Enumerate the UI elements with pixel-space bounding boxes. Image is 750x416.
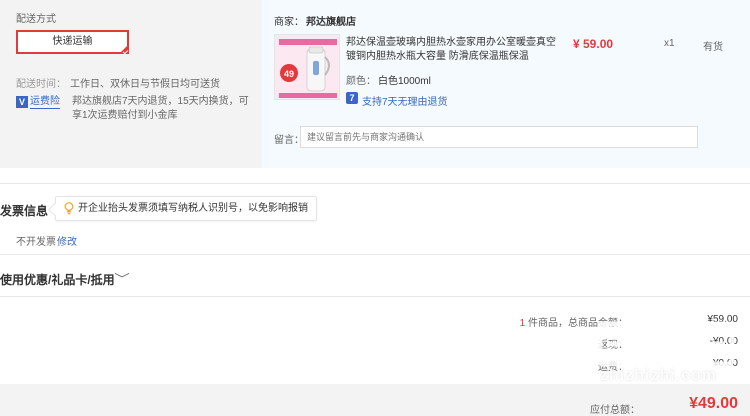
chevron-down-icon[interactable]: ﹀: [114, 270, 130, 287]
section-divider: [0, 183, 750, 184]
invoice-title: 发票信息: [0, 204, 49, 218]
section-divider: [0, 296, 750, 297]
insurance-link[interactable]: 运费险: [30, 96, 60, 109]
memo-input[interactable]: [300, 126, 698, 148]
delivery-time-value: 工作日、双休日与节假日均可送货: [70, 79, 220, 90]
product-image[interactable]: 49: [274, 34, 340, 100]
thermos-product-icon: 49: [275, 35, 339, 99]
watermark-text: zhizhizhi.com: [600, 367, 717, 384]
delivery-time: 配送时间： 工作日、双休日与节假日均可送货: [16, 75, 220, 90]
lightbulb-icon: [64, 202, 74, 215]
coupon-section-title[interactable]: 使用优惠/礼品卡/抵用: [0, 271, 115, 288]
product-color: 颜色： 白色1000ml: [346, 72, 431, 87]
product-color-value: 白色1000ml: [378, 76, 431, 87]
item-panel: 商家： 邦达旗舰店 49 邦达保温壶玻璃内胆热水壶家用办公室暖壶真空镀铜内胆热水瓶…: [262, 0, 750, 168]
product-quantity: x1: [664, 38, 675, 49]
payable-label: 应付总额：: [590, 405, 640, 416]
summary-cashback-amount: -¥0.00: [709, 336, 738, 347]
insurance-icon: V: [16, 96, 28, 108]
summary-count-text: 1 件商品，总商品金额：: [520, 314, 628, 329]
invoice-tip: 开企业抬头发票须填写纳税人识别号，以免影响报销: [55, 196, 317, 221]
summary-total-amount: ¥59.00: [707, 314, 738, 325]
invoice-tip-text: 开企业抬头发票须填写纳税人识别号，以免影响报销: [78, 203, 308, 214]
product-title[interactable]: 邦达保温壶玻璃内胆热水壶家用办公室暖壶真空镀铜内胆热水瓶大容量 防滑底保温瓶保温: [346, 36, 558, 64]
product-color-label: 颜色：: [346, 76, 376, 87]
shipping-section: 配送方式 快递运输 配送时间： 工作日、双休日与节假日均可送货 V 运费险 邦达旗…: [0, 0, 750, 168]
shipping-option-express[interactable]: 快递运输: [16, 30, 129, 54]
shipping-option-label: 快递运输: [52, 36, 93, 47]
invoice-edit-link[interactable]: 修改: [57, 233, 77, 248]
product-stock: 有货: [703, 42, 723, 53]
product-price: ¥ 59.00: [573, 37, 614, 51]
delivery-time-label: 配送时间：: [16, 79, 66, 90]
summary-count-label: 件商品，总商品金额：: [528, 318, 628, 329]
shipping-panel: 配送方式 快递运输 配送时间： 工作日、双休日与节假日均可送货 V 运费险 邦达旗…: [0, 0, 258, 168]
invoice-status: 不开发票: [16, 237, 56, 248]
insurance-description: 邦达旗舰店7天内退货，15天内换货，可享1次运费赔付到小金库: [72, 96, 249, 121]
shop-info: 商家： 邦达旗舰店: [274, 13, 356, 28]
shipping-title: 配送方式: [16, 14, 56, 25]
payable-amount: ¥49.00: [689, 395, 738, 412]
summary-item-count: 1: [519, 318, 526, 329]
shop-name[interactable]: 邦达旗舰店: [306, 17, 356, 28]
selected-check-icon: [119, 44, 129, 54]
shop-label: 商家：: [274, 17, 304, 28]
product-image-badge: 49: [284, 69, 294, 79]
summary-cashback-label: 返现：: [598, 340, 628, 351]
return-policy-icon: 7: [346, 92, 358, 104]
return-policy-link[interactable]: 支持7天无理由退货: [362, 93, 448, 108]
section-divider: [0, 254, 750, 255]
